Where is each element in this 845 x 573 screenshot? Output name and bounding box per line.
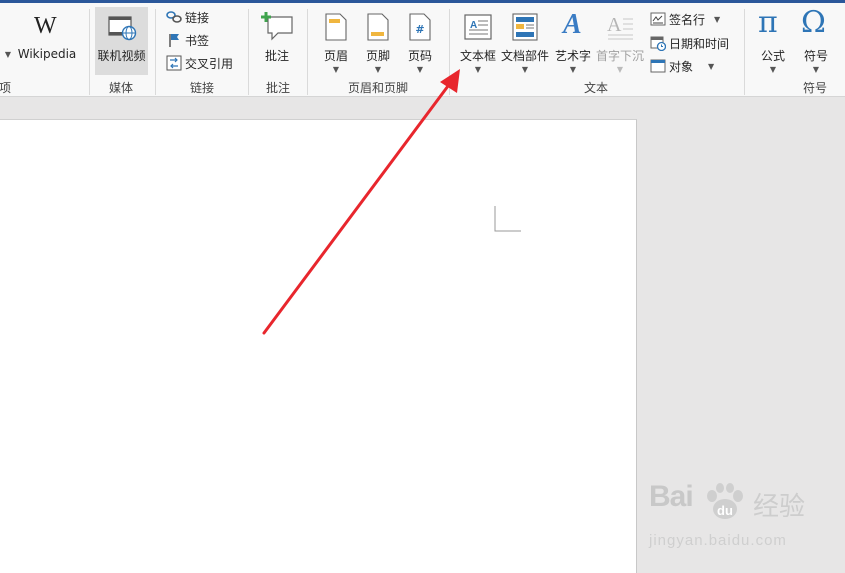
drop-cap-label: 首字下沉 bbox=[595, 49, 645, 63]
footer-dropdown-caret: ▼ bbox=[374, 65, 382, 74]
equation-label: 公式 bbox=[760, 49, 786, 63]
cross-reference-button[interactable]: 交叉引用 bbox=[166, 53, 233, 73]
signature-line-dropdown-caret: ▼ bbox=[714, 14, 721, 24]
textbox-button[interactable]: A 文本框 ▼ bbox=[458, 7, 498, 77]
new-comment-icon bbox=[261, 12, 293, 41]
symbol-label: 符号 bbox=[803, 49, 829, 63]
wordart-label: 艺术字 bbox=[554, 49, 592, 63]
equation-button[interactable]: π 公式 ▼ bbox=[752, 5, 794, 77]
wikipedia-button[interactable]: W Wikipedia bbox=[14, 9, 80, 73]
watermark-brand-suffix: 经验 bbox=[753, 492, 806, 522]
date-time-button[interactable]: 日期和时间 bbox=[650, 33, 729, 53]
equation-dropdown-caret: ▼ bbox=[769, 65, 777, 74]
wordart-button[interactable]: A 艺术字 ▼ bbox=[552, 7, 594, 77]
signature-line-label: 签名行 bbox=[669, 12, 706, 27]
drop-cap-button[interactable]: A 首字下沉 ▼ bbox=[596, 7, 644, 77]
wikipedia-label: Wikipedia bbox=[17, 47, 77, 61]
watermark-url: jingyan.baidu.com bbox=[649, 532, 787, 549]
footer-label: 页脚 bbox=[365, 49, 391, 63]
symbol-dropdown-caret: ▼ bbox=[812, 65, 820, 74]
online-video-label: 联机视频 bbox=[97, 49, 146, 63]
quick-parts-label: 文档部件 bbox=[500, 49, 550, 63]
object-icon bbox=[650, 59, 666, 73]
addins-dropdown-caret[interactable]: ▼ bbox=[5, 50, 11, 59]
drop-cap-icon: A bbox=[607, 14, 633, 40]
page-number-label: 页码 bbox=[407, 49, 433, 63]
cross-reference-label: 交叉引用 bbox=[185, 56, 234, 71]
group-separator bbox=[248, 9, 249, 95]
document-page[interactable] bbox=[0, 119, 637, 573]
header-dropdown-caret: ▼ bbox=[332, 65, 340, 74]
drop-cap-dropdown-caret: ▼ bbox=[616, 65, 624, 74]
header-label: 页眉 bbox=[323, 49, 349, 63]
page-number-icon: # bbox=[409, 13, 431, 41]
link-icon bbox=[166, 11, 182, 23]
group-separator bbox=[449, 9, 450, 95]
new-comment-label: 批注 bbox=[264, 49, 290, 63]
watermark-brand: Bai bbox=[649, 480, 694, 513]
group-separator bbox=[307, 9, 308, 95]
wordart-dropdown-caret: ▼ bbox=[569, 65, 577, 74]
links-group-label: 链接 bbox=[189, 81, 215, 95]
comments-group-label: 批注 bbox=[265, 81, 291, 95]
signature-line-icon bbox=[650, 12, 666, 26]
omega-icon: Ω bbox=[801, 5, 826, 40]
group-separator bbox=[89, 9, 90, 95]
group-separator bbox=[155, 9, 156, 95]
textbox-icon: A bbox=[464, 14, 492, 40]
margin-corner-mark bbox=[494, 206, 521, 232]
object-dropdown-caret: ▼ bbox=[708, 61, 715, 71]
header-button[interactable]: 页眉 ▼ bbox=[316, 7, 356, 77]
svg-text:#: # bbox=[415, 23, 424, 36]
object-button[interactable]: 对象 ▼ bbox=[650, 56, 714, 76]
page-number-button[interactable]: # 页码 ▼ bbox=[400, 7, 440, 77]
bookmark-button[interactable]: 书签 bbox=[166, 30, 209, 50]
quick-parts-button[interactable]: 文档部件 ▼ bbox=[500, 7, 550, 77]
online-video-icon bbox=[108, 16, 137, 41]
cross-reference-icon bbox=[166, 55, 182, 71]
svg-text:du: du bbox=[717, 503, 733, 518]
wordart-icon: A bbox=[563, 9, 582, 40]
new-comment-button[interactable]: 批注 bbox=[254, 7, 300, 75]
pi-icon: π bbox=[758, 5, 778, 40]
date-time-icon bbox=[650, 36, 666, 51]
date-time-label: 日期和时间 bbox=[669, 36, 730, 51]
link-label: 链接 bbox=[185, 10, 210, 25]
wikipedia-icon: W bbox=[34, 13, 57, 39]
media-group-label: 媒体 bbox=[108, 81, 134, 95]
paw-icon: du bbox=[707, 483, 743, 519]
footer-icon bbox=[367, 13, 389, 41]
textbox-dropdown-caret: ▼ bbox=[474, 65, 482, 74]
header-icon bbox=[325, 13, 347, 41]
link-button[interactable]: 链接 bbox=[166, 7, 209, 27]
page-number-dropdown-caret: ▼ bbox=[416, 65, 424, 74]
object-label: 对象 bbox=[669, 59, 694, 74]
signature-line-button[interactable]: 签名行 ▼ bbox=[650, 9, 720, 29]
symbols-group-label: 符号 bbox=[802, 81, 828, 95]
bookmark-label: 书签 bbox=[185, 33, 210, 48]
quick-parts-icon bbox=[512, 13, 538, 41]
footer-button[interactable]: 页脚 ▼ bbox=[358, 7, 398, 77]
insert-ribbon: W Wikipedia ▼ 项 联机视频 媒体 链接 书签 交叉引用 链接 批注… bbox=[0, 3, 845, 97]
baidu-jingyan-watermark: du Bai 经验 jingyan.baidu.com bbox=[645, 478, 845, 572]
addins-group-label: 项 bbox=[0, 81, 12, 95]
header-footer-group-label: 页眉和页脚 bbox=[347, 81, 409, 95]
textbox-label: 文本框 bbox=[459, 49, 497, 63]
quick-parts-dropdown-caret: ▼ bbox=[521, 65, 529, 74]
online-video-button[interactable]: 联机视频 bbox=[95, 7, 148, 75]
bookmark-icon bbox=[169, 34, 179, 47]
svg-text:A: A bbox=[470, 20, 477, 31]
svg-text:A: A bbox=[607, 14, 622, 36]
group-separator bbox=[744, 9, 745, 95]
symbol-button[interactable]: Ω 符号 ▼ bbox=[796, 5, 836, 77]
text-group-label: 文本 bbox=[583, 81, 609, 95]
